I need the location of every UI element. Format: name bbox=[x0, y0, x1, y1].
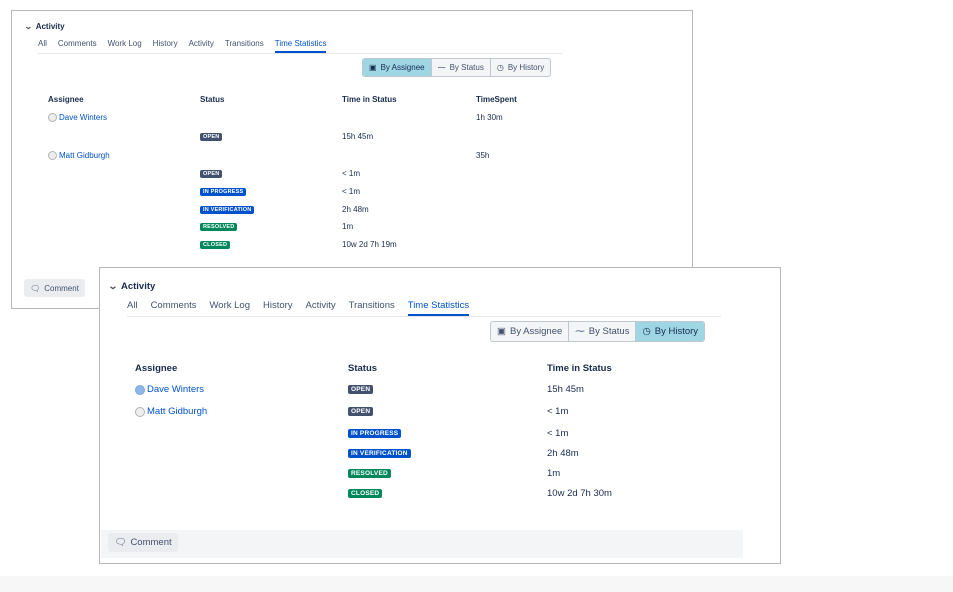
header-status: Status bbox=[200, 95, 225, 104]
time-in-status: 15h 45m bbox=[547, 384, 584, 395]
time-spent: 1h 30m bbox=[476, 113, 503, 122]
avatar bbox=[135, 384, 145, 395]
tab-transitions[interactable]: Transitions bbox=[349, 300, 395, 316]
status-lozenge-in-verification: IN VERIFICATION bbox=[200, 206, 255, 214]
tab-comments[interactable]: Comments bbox=[151, 300, 197, 316]
tab-work-log[interactable]: Work Log bbox=[210, 300, 250, 316]
time-in-status: 1m bbox=[547, 468, 561, 479]
header-assignee: Assignee bbox=[135, 363, 178, 374]
time-in-status: 2h 48m bbox=[547, 448, 579, 459]
trend-line-icon: ⁓ bbox=[575, 326, 585, 337]
header-status: Status bbox=[348, 363, 378, 374]
avatar bbox=[48, 113, 57, 122]
status-lozenge-open: OPEN bbox=[348, 385, 374, 394]
tab-time-statistics[interactable]: Time Statistics bbox=[274, 39, 327, 53]
by-assignee-button[interactable]: ▣ By Assignee bbox=[491, 322, 570, 341]
person-icon: ▣ bbox=[369, 63, 377, 72]
by-assignee-button[interactable]: ▣ By Assignee bbox=[363, 59, 432, 76]
assignee-link-dave-winters[interactable]: Dave Winters bbox=[135, 384, 204, 395]
tab-time-statistics[interactable]: Time Statistics bbox=[407, 300, 470, 316]
clock-icon: ◷ bbox=[642, 326, 651, 337]
trend-line-icon: ⁓ bbox=[437, 63, 446, 72]
chevron-down-icon: ⌄ bbox=[107, 281, 119, 292]
status-lozenge-in-verification: IN VERIFICATION bbox=[348, 449, 411, 458]
by-history-button[interactable]: ◷ By History bbox=[636, 322, 705, 341]
tab-all[interactable]: All bbox=[38, 39, 47, 53]
comment-button[interactable]: 🗨︎ Comment bbox=[108, 533, 178, 552]
comment-button[interactable]: 🗨︎ Comment bbox=[24, 279, 85, 297]
status-lozenge-open: OPEN bbox=[200, 170, 223, 178]
tab-history[interactable]: History bbox=[263, 300, 293, 316]
view-toggle-group: ▣ By Assignee ⁓ By Status ◷ By History bbox=[362, 58, 552, 77]
status-lozenge-closed: CLOSED bbox=[200, 241, 231, 249]
activity-section-toggle[interactable]: ⌄ Activity bbox=[107, 281, 156, 292]
status-lozenge-closed: CLOSED bbox=[348, 489, 383, 498]
by-status-button[interactable]: ⁓ By Status bbox=[569, 322, 637, 341]
status-lozenge-resolved: RESOLVED bbox=[200, 223, 238, 231]
tab-activity[interactable]: Activity bbox=[189, 39, 214, 53]
by-history-button[interactable]: ◷ By History bbox=[491, 59, 550, 76]
header-time-in-status: Time in Status bbox=[547, 363, 612, 374]
status-lozenge-open: OPEN bbox=[200, 133, 223, 141]
time-in-status: 10w 2d 7h 19m bbox=[342, 240, 397, 249]
time-in-status: < 1m bbox=[342, 169, 361, 178]
time-spent: 35h bbox=[476, 151, 490, 160]
assignee-link-matt-gidburgh[interactable]: Matt Gidburgh bbox=[135, 406, 207, 417]
tab-work-log[interactable]: Work Log bbox=[108, 39, 142, 53]
tab-comments[interactable]: Comments bbox=[58, 39, 97, 53]
time-in-status: 1m bbox=[342, 222, 354, 231]
tab-all[interactable]: All bbox=[127, 300, 138, 316]
avatar bbox=[135, 406, 145, 417]
header-time-spent: TimeSpent bbox=[476, 95, 517, 104]
comment-icon: 🗨︎ bbox=[114, 537, 127, 548]
time-in-status: 15h 45m bbox=[342, 132, 374, 141]
header-assignee: Assignee bbox=[48, 95, 84, 104]
avatar bbox=[48, 151, 57, 160]
activity-section-toggle[interactable]: ⌄ Activity bbox=[23, 22, 65, 31]
page-footer-band bbox=[0, 576, 953, 592]
time-in-status: 2h 48m bbox=[342, 205, 369, 214]
assignee-link-dave-winters[interactable]: Dave Winters bbox=[48, 113, 107, 122]
activity-panel-by-assignee: ⌄ Activity All Comments Work Log History … bbox=[11, 10, 693, 309]
clock-icon: ◷ bbox=[496, 63, 504, 72]
status-lozenge-in-progress: IN PROGRESS bbox=[200, 188, 247, 196]
tab-history[interactable]: History bbox=[153, 39, 178, 53]
comment-footer bbox=[101, 530, 743, 558]
comment-icon: 🗨︎ bbox=[30, 283, 41, 293]
person-icon: ▣ bbox=[497, 326, 506, 337]
header-time-in-status: Time in Status bbox=[342, 95, 397, 104]
status-lozenge-in-progress: IN PROGRESS bbox=[348, 429, 402, 438]
activity-tabs: All Comments Work Log History Activity T… bbox=[127, 300, 721, 317]
time-in-status: < 1m bbox=[342, 187, 361, 196]
status-lozenge-open: OPEN bbox=[348, 407, 374, 416]
section-title: Activity bbox=[120, 281, 156, 292]
time-in-status: < 1m bbox=[547, 406, 569, 417]
view-toggle-group: ▣ By Assignee ⁓ By Status ◷ By History bbox=[490, 321, 706, 342]
by-status-button[interactable]: ⁓ By Status bbox=[432, 59, 491, 76]
assignee-link-matt-gidburgh[interactable]: Matt Gidburgh bbox=[48, 151, 110, 160]
activity-tabs: All Comments Work Log History Activity T… bbox=[38, 39, 562, 54]
time-in-status: 10w 2d 7h 30m bbox=[547, 488, 612, 499]
tab-transitions[interactable]: Transitions bbox=[225, 39, 264, 53]
activity-panel-by-history: ⌄ Activity All Comments Work Log History … bbox=[99, 267, 781, 564]
tab-activity[interactable]: Activity bbox=[306, 300, 336, 316]
chevron-down-icon: ⌄ bbox=[23, 22, 33, 31]
section-title: Activity bbox=[35, 22, 65, 31]
time-in-status: < 1m bbox=[547, 428, 569, 439]
status-lozenge-resolved: RESOLVED bbox=[348, 469, 391, 478]
